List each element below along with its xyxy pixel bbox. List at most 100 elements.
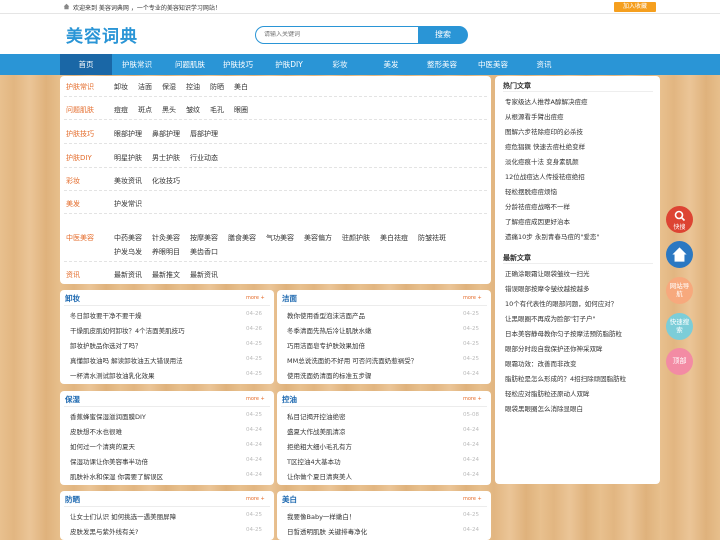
category-link[interactable]: 美妆资讯 [114,176,142,186]
article-link[interactable]: T区控油4大基本功 [287,456,341,466]
category-link[interactable]: 洁面 [138,82,152,92]
article-link[interactable]: 我要像Baby一样嫩白！ [287,511,355,521]
box-title[interactable]: 卸妆 [65,293,80,304]
category-link[interactable]: 痘痘 [114,105,128,115]
article-link[interactable]: 肌肤补水和保湿 你需要了解误区 [70,471,163,481]
hot-article-link[interactable]: 图解六步祛除痘印的必杀技 [505,126,583,136]
hot-article-link[interactable]: 从根源看手臂出痘痘 [505,111,564,121]
category-link[interactable]: 明星护肤 [114,153,142,163]
add-favorite-button[interactable]: 加入收藏 [614,2,656,12]
category-label[interactable]: 美发 [66,199,80,209]
article-link[interactable]: 干燥肌皮肌如何卸妆？4个洁面美肌技巧 [70,325,185,335]
fast-search-float-button[interactable]: 快速搜索 [666,313,693,340]
back-to-top-float-button[interactable]: 顶部 [666,348,693,375]
category-link[interactable]: 最新资讯 [114,270,142,280]
hot-article-link[interactable]: 轻松摆脱痘痘烦恼 [505,186,557,196]
category-link[interactable]: 中药美容 [114,233,142,243]
box-title[interactable]: 美白 [282,494,297,505]
category-link[interactable]: 最新资讯 [190,270,218,280]
category-link[interactable]: 美白 [234,82,248,92]
latest-article-link[interactable]: 脂肪粒是怎么形成的？4招扫除顽固脂肪粒 [505,373,626,383]
category-link[interactable]: 防皱祛斑 [418,233,446,243]
category-link[interactable]: 按摩美容 [190,233,218,243]
article-link[interactable]: 私目记揭开控油绝密 [287,411,346,421]
hot-article-link[interactable]: 了解痘痘成因更好治本 [505,216,570,226]
category-link[interactable]: 卸妆 [114,82,128,92]
more-link[interactable]: more + [246,295,265,301]
article-link[interactable]: 冬季清面先热后冷让肌肤水嫩 [287,325,372,335]
nav-hair[interactable]: 美发 [365,54,417,75]
latest-article-link[interactable]: 眼袋黑眼圈怎么消除显眼白 [505,403,583,413]
nav-skin-care-tips[interactable]: 护肤技巧 [212,54,264,75]
article-link[interactable]: 皮肤想不水也很难 [70,426,122,436]
latest-article-link[interactable]: 日本美容静母教你匀子按摩法预防脂肪粒 [505,328,622,338]
more-link[interactable]: more + [246,496,265,502]
article-link[interactable]: 日皙透明肌肤 关键排毒净化 [287,526,367,536]
category-label[interactable]: 护肤常识 [66,82,94,92]
hot-article-link[interactable]: 淡化痘痕十法 变身素肌颜 [505,156,579,166]
hot-article-link[interactable]: 12位战痘达人传授祛痘绝招 [505,171,585,181]
nav-tcm-beauty[interactable]: 中医美容 [467,54,519,75]
latest-article-link[interactable]: 轻松应对脂肪粒还原动人双眸 [505,388,590,398]
article-link[interactable]: 保湿功课让你美容事半功倍 [70,456,148,466]
category-link[interactable]: 驻颜护肤 [342,233,370,243]
article-link[interactable]: MM总说洗面奶不好用 可否问洗面奶惹祸受？ [287,355,417,365]
category-link[interactable]: 养眼明目 [152,247,180,257]
category-link[interactable]: 皱纹 [186,105,200,115]
category-label[interactable]: 护肤DIY [66,153,92,163]
latest-article-link[interactable]: 眼霜功效：改善而非改变 [505,358,577,368]
latest-article-link[interactable]: 眼部分时段自我保护还你神采双眸 [505,343,603,353]
category-link[interactable]: 防晒 [210,82,224,92]
site-navigation-float-button[interactable]: 网站导航 [666,277,693,304]
box-title[interactable]: 保湿 [65,394,80,405]
category-link[interactable]: 控油 [186,82,200,92]
category-label[interactable]: 问题肌肤 [66,105,94,115]
category-link[interactable]: 护发常识 [114,199,142,209]
more-link[interactable]: more + [463,496,482,502]
category-link[interactable]: 护发乌发 [114,247,142,257]
home-float-button[interactable] [666,241,693,268]
article-link[interactable]: 如何过一个清爽的夏天 [70,441,135,451]
hot-article-link[interactable]: 分龄祛痘痘战略不一样 [505,201,570,211]
hot-article-link[interactable]: 痘危猖獗 快速去痘杜绝变样 [505,141,585,151]
category-link[interactable]: 化妆技巧 [152,176,180,186]
category-label[interactable]: 护肤技巧 [66,129,94,139]
category-link[interactable]: 男士护肤 [152,153,180,163]
article-link[interactable]: 让你做个夏日清爽美人 [287,471,352,481]
latest-article-link[interactable]: 10个有代表性的眼部问题，如何应对？ [505,298,617,308]
article-link[interactable]: 一杯清水测试卸妆油乳化效果 [70,370,155,380]
more-link[interactable]: more + [463,295,482,301]
category-link[interactable]: 唇部护理 [190,129,218,139]
category-link[interactable]: 黑头 [162,105,176,115]
article-link[interactable]: 巧用洁面皂专护肤效果加倍 [287,340,365,350]
article-link[interactable]: 使用洗面奶清面的标准五步骤 [287,370,372,380]
nav-news[interactable]: 资讯 [518,54,570,75]
article-link[interactable]: 教你使用香型泡沫洁面产品 [287,310,365,320]
nav-problem-skin[interactable]: 问题肌肤 [164,54,216,75]
article-link[interactable]: 皮肤发黑与紫外线有关? [70,526,138,536]
category-link[interactable]: 鼻部护理 [152,129,180,139]
nav-skin-care-basics[interactable]: 护肤常识 [111,54,163,75]
site-logo[interactable]: 美容词典 [66,22,138,47]
nav-makeup[interactable]: 彩妆 [314,54,366,75]
nav-skin-care-diy[interactable]: 护肤DIY [263,54,315,75]
article-link[interactable]: 盛夏大作战美肌清凉 [287,426,346,436]
quick-search-float-button[interactable]: 快搜 [666,206,693,233]
latest-article-link[interactable]: 让黑眼圈不再成为脸部"钉子户" [505,313,595,323]
box-title[interactable]: 防晒 [65,494,80,505]
category-link[interactable]: 行业动态 [190,153,218,163]
latest-article-link[interactable]: 正确涂眼霜让眼袋皱纹一扫光 [505,268,590,278]
category-label[interactable]: 中医美容 [66,233,94,243]
article-link[interactable]: 真懂卸妆油吗 解读卸妆油五大错误用法 [70,355,183,365]
category-label[interactable]: 资讯 [66,270,80,280]
box-title[interactable]: 控油 [282,394,297,405]
article-link[interactable]: 让女士们认识 如何挑选一遇美丽屏障 [70,511,176,521]
article-link[interactable]: 冬日卸妆要干净不要干燥 [70,310,142,320]
home-icon[interactable] [63,3,70,10]
category-link[interactable]: 最新推文 [152,270,180,280]
hot-article-link[interactable]: 遗痛10步 永别青春马痘的"爱恋" [505,231,599,241]
category-label[interactable]: 彩妆 [66,176,80,186]
category-link[interactable]: 气功美容 [266,233,294,243]
more-link[interactable]: more + [246,396,265,402]
category-link[interactable]: 针灸美容 [152,233,180,243]
